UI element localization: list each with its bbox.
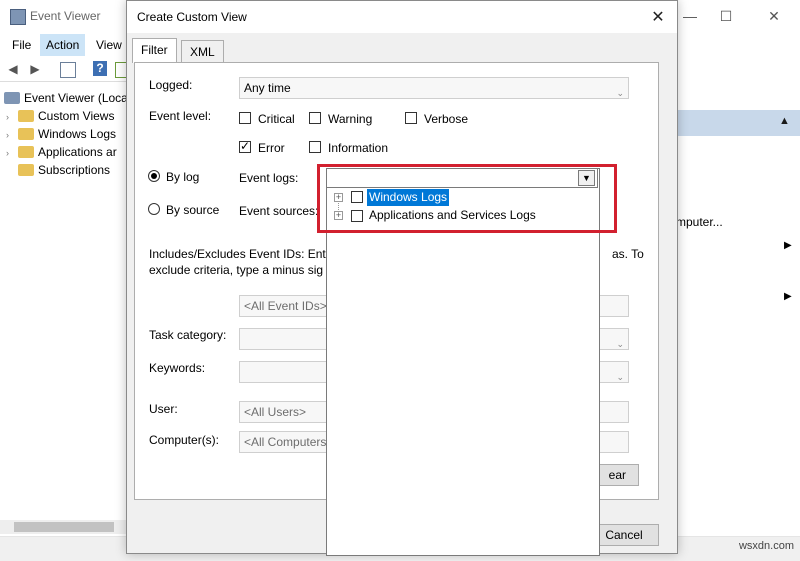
event-ids-placeholder: <All Event IDs>: [244, 299, 327, 313]
chevron-right-icon[interactable]: ›: [6, 126, 18, 144]
submenu-arrow-icon[interactable]: ▶: [784, 291, 792, 302]
dialog-close-icon[interactable]: ✕: [647, 7, 669, 29]
folder-icon: [18, 128, 34, 140]
information-checkbox[interactable]: [309, 141, 321, 153]
critical-checkbox[interactable]: [239, 112, 251, 124]
tree-item-custom-views[interactable]: › Custom Views: [6, 107, 114, 125]
computer-icon: [4, 92, 20, 104]
by-source-radio[interactable]: [148, 203, 160, 215]
includes-description: Includes/Excludes Event IDs: Ente: [149, 247, 333, 261]
folder-icon: [18, 146, 34, 158]
tree-item-label: Windows Logs: [38, 127, 117, 141]
error-checkbox[interactable]: [239, 139, 251, 153]
folder-icon: [18, 110, 34, 122]
back-arrow-icon[interactable]: ◀: [4, 60, 22, 78]
action-item[interactable]: mputer...: [676, 215, 723, 229]
console-tree: Event Viewer (Loca › Custom Views › Window…: [0, 86, 130, 526]
tab-xml[interactable]: XML: [181, 40, 224, 63]
task-category-label: Task category:: [149, 328, 227, 342]
logged-value: Any time: [244, 81, 291, 95]
chevron-down-icon: ⌄: [616, 372, 624, 382]
chevron-down-icon: ⌄: [616, 339, 624, 349]
tree-item-label: Event Viewer (Loca: [24, 91, 128, 105]
submenu-arrow-icon[interactable]: ▶: [784, 240, 792, 251]
critical-label: Critical: [258, 112, 295, 126]
tree-item-label: Applications ar: [38, 145, 117, 159]
keywords-label: Keywords:: [149, 361, 206, 375]
chevron-right-icon[interactable]: ›: [6, 144, 18, 162]
close-icon[interactable]: ✕: [764, 6, 784, 26]
warning-checkbox[interactable]: [309, 112, 321, 124]
logged-label: Logged:: [149, 78, 193, 92]
dialog-title: Create Custom View: [137, 10, 247, 24]
by-log-radio[interactable]: [148, 170, 160, 182]
event-sources-label: Event sources:: [239, 204, 319, 218]
tree-item-windows-logs[interactable]: › Windows Logs: [6, 125, 116, 143]
user-label: User:: [149, 402, 178, 416]
chevron-down-icon: ⌄: [616, 88, 624, 98]
event-viewer-app-icon: [10, 9, 26, 25]
warning-label: Warning: [328, 112, 373, 126]
by-source-label: By source: [166, 203, 220, 217]
includes-description-end: as. To: [612, 247, 644, 261]
collapse-up-icon[interactable]: ▲: [779, 115, 790, 127]
minimize-icon[interactable]: —: [680, 6, 700, 26]
logged-select[interactable]: Any time ⌄: [239, 77, 629, 99]
tree-item-label: Subscriptions: [38, 163, 111, 177]
computers-placeholder: <All Computers>: [244, 435, 334, 449]
annotation-highlight-box: [317, 164, 617, 233]
event-logs-label: Event logs:: [239, 171, 299, 185]
menu-file[interactable]: File: [6, 34, 37, 56]
maximize-icon[interactable]: ☐: [716, 6, 736, 26]
help-icon[interactable]: ?: [93, 61, 107, 76]
watermark: wsxdn.com: [738, 540, 794, 552]
verbose-checkbox[interactable]: [405, 112, 417, 124]
chevron-right-icon[interactable]: ›: [6, 108, 18, 126]
subscriptions-icon: [18, 164, 34, 176]
tab-filter[interactable]: Filter: [132, 38, 177, 63]
information-label: Information: [328, 141, 389, 155]
verbose-label: Verbose: [424, 112, 469, 126]
tree-item-applications[interactable]: › Applications ar: [6, 143, 117, 161]
forward-arrow-icon[interactable]: ▶: [26, 60, 44, 78]
tree-item-event-viewer[interactable]: Event Viewer (Loca: [4, 89, 128, 107]
user-placeholder: <All Users>: [244, 405, 307, 419]
computers-label: Computer(s):: [149, 433, 220, 447]
error-label: Error: [258, 141, 285, 155]
tree-item-label: Custom Views: [38, 109, 115, 123]
menu-action[interactable]: Action: [40, 34, 86, 56]
console-tree-icon[interactable]: [60, 62, 76, 78]
event-level-label: Event level:: [149, 109, 212, 123]
menu-view[interactable]: View: [90, 34, 128, 56]
scrollbar-thumb[interactable]: [14, 522, 114, 532]
event-viewer-title: Event Viewer: [30, 9, 101, 23]
includes-description-line2: exclude criteria, type a minus sig: [149, 263, 324, 277]
tree-item-subscriptions[interactable]: Subscriptions: [6, 161, 110, 179]
by-log-label: By log: [166, 170, 200, 184]
